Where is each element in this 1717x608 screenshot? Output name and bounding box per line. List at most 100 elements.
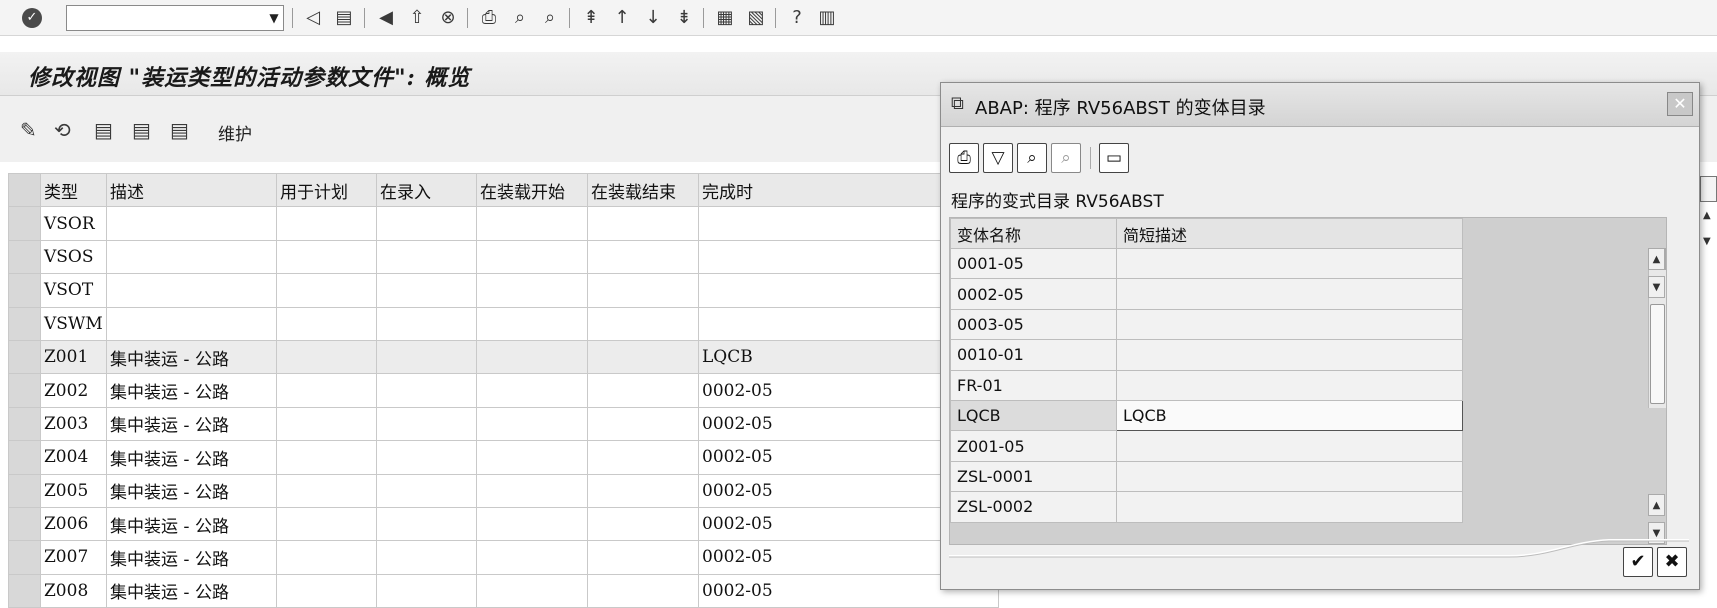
find-next-icon[interactable]: ⌕	[1051, 143, 1081, 173]
print-icon[interactable]: ⎙	[949, 143, 979, 173]
cell-description[interactable]: 集中装运 - 公路	[106, 506, 277, 542]
table-row[interactable]: VSOR	[8, 206, 999, 241]
variant-description-cell[interactable]	[1116, 430, 1463, 462]
find-icon[interactable]: ⌕	[1017, 143, 1047, 173]
cell-loading-end[interactable]	[587, 506, 699, 542]
row-selector[interactable]	[8, 206, 41, 241]
column-header-variant-name[interactable]: 变体名称	[950, 218, 1117, 249]
column-header-loading-start[interactable]: 在装载开始	[476, 172, 588, 208]
cell-description[interactable]	[106, 273, 277, 308]
select-all-icon[interactable]: ▤	[94, 118, 113, 142]
cell-entry[interactable]	[376, 440, 477, 475]
cell-type[interactable]: Z004	[40, 440, 107, 475]
cancel-button[interactable]: ✖	[1657, 547, 1687, 577]
cell-entry[interactable]	[376, 306, 477, 341]
cell-description[interactable]: 集中装运 - 公路	[106, 440, 277, 475]
variant-description-cell[interactable]	[1116, 339, 1463, 371]
row-selector[interactable]	[8, 473, 41, 508]
variant-row[interactable]: LQCB LQCB	[950, 399, 1463, 432]
layout-icon[interactable]: ▥	[815, 6, 839, 30]
cell-loading-end[interactable]	[587, 339, 699, 375]
cell-description[interactable]: 集中装运 - 公路	[106, 573, 277, 608]
shortcut-icon[interactable]: ▧	[744, 6, 768, 30]
variant-row[interactable]: 0001-05	[950, 247, 1463, 280]
cell-loading-end[interactable]	[587, 406, 699, 442]
save-icon[interactable]: ▤	[333, 6, 355, 30]
cell-description[interactable]: 集中装运 - 公路	[106, 540, 277, 575]
cell-planning[interactable]	[276, 273, 377, 308]
table-row[interactable]: Z005 集中装运 - 公路 0002-05	[8, 473, 999, 508]
cell-planning[interactable]	[276, 440, 377, 475]
nav-back-icon[interactable]: ◀	[374, 6, 398, 30]
cell-type[interactable]: VSOR	[40, 206, 107, 241]
variant-description-cell[interactable]	[1116, 247, 1463, 280]
prev-page-icon[interactable]: ↑	[610, 6, 634, 30]
local-file-icon[interactable]: ▭	[1099, 143, 1129, 173]
other-object-icon[interactable]: ⟲	[54, 118, 71, 142]
column-header-type[interactable]: 类型	[40, 172, 107, 208]
cell-description[interactable]: 集中装运 - 公路	[106, 373, 277, 408]
row-selector[interactable]	[8, 540, 41, 575]
cell-loading-start[interactable]	[476, 573, 588, 608]
variant-name-cell[interactable]: ZSL-0002	[950, 491, 1117, 523]
filter-icon[interactable]: ▽	[983, 143, 1013, 173]
next-page-icon[interactable]: ↓	[641, 6, 665, 30]
cell-planning[interactable]	[276, 206, 377, 241]
cell-loading-end[interactable]	[587, 473, 699, 508]
variant-name-cell[interactable]: FR-01	[950, 369, 1117, 401]
variant-row[interactable]: ZSL-0001	[950, 460, 1463, 493]
confirm-button[interactable]: ✔	[1623, 547, 1653, 577]
row-selector[interactable]	[8, 506, 41, 542]
column-header-loading-end[interactable]: 在装载结束	[587, 172, 699, 208]
scroll-down-icon[interactable]: ▼	[1703, 236, 1711, 247]
cell-loading-end[interactable]	[587, 306, 699, 341]
cell-entry[interactable]	[376, 206, 477, 241]
variant-name-cell[interactable]: LQCB	[950, 399, 1117, 432]
cell-loading-start[interactable]	[476, 440, 588, 475]
cell-description[interactable]	[106, 306, 277, 341]
cell-description[interactable]	[106, 206, 277, 241]
cell-entry[interactable]	[376, 506, 477, 542]
cancel-icon[interactable]: ⊗	[436, 6, 460, 30]
cell-entry[interactable]	[376, 239, 477, 275]
scroll-up-icon[interactable]: ▲	[1648, 248, 1665, 270]
table-row[interactable]: Z002 集中装运 - 公路 0002-05	[8, 373, 999, 408]
find-icon[interactable]: ⌕	[508, 6, 532, 30]
scroll-up-icon[interactable]: ▲	[1703, 210, 1711, 221]
variant-row[interactable]: FR-01	[950, 369, 1463, 401]
cell-planning[interactable]	[276, 506, 377, 542]
last-page-icon[interactable]: ⇟	[672, 6, 696, 30]
help-icon[interactable]: ?	[785, 6, 809, 30]
dialog-close-button[interactable]: ✕	[1667, 92, 1693, 116]
cell-loading-start[interactable]	[476, 239, 588, 275]
scrollbar-thumb[interactable]	[1650, 304, 1665, 404]
cell-entry[interactable]	[376, 406, 477, 442]
variant-description-cell[interactable]	[1116, 460, 1463, 493]
cell-type[interactable]: Z007	[40, 540, 107, 575]
cell-loading-start[interactable]	[476, 506, 588, 542]
variant-description-cell[interactable]	[1116, 491, 1463, 523]
select-block-icon[interactable]: ▤	[132, 118, 151, 142]
row-selector[interactable]	[8, 306, 41, 341]
cell-planning[interactable]	[276, 540, 377, 575]
command-dropdown-icon[interactable]: ▼	[264, 6, 284, 30]
maintain-button[interactable]: 维护	[218, 120, 252, 145]
column-header-planning[interactable]: 用于计划	[276, 172, 377, 208]
cell-loading-end[interactable]	[587, 206, 699, 241]
back-icon[interactable]: ◁	[303, 6, 323, 30]
cell-type[interactable]: VSOT	[40, 273, 107, 308]
variant-description-cell[interactable]: LQCB	[1116, 399, 1463, 432]
table-row[interactable]: VSOS	[8, 239, 999, 275]
row-selector[interactable]	[8, 440, 41, 475]
cell-loading-start[interactable]	[476, 273, 588, 308]
exit-icon[interactable]: ⇧	[405, 6, 429, 30]
cell-loading-start[interactable]	[476, 373, 588, 408]
variant-scrollbar[interactable]: ▲ ▼	[1648, 248, 1666, 408]
row-selector[interactable]	[8, 373, 41, 408]
cell-loading-start[interactable]	[476, 406, 588, 442]
cell-entry[interactable]	[376, 273, 477, 308]
cell-loading-end[interactable]	[587, 239, 699, 275]
cell-loading-end[interactable]	[587, 540, 699, 575]
cell-type[interactable]: Z005	[40, 473, 107, 508]
variant-row[interactable]: 0003-05	[950, 308, 1463, 341]
